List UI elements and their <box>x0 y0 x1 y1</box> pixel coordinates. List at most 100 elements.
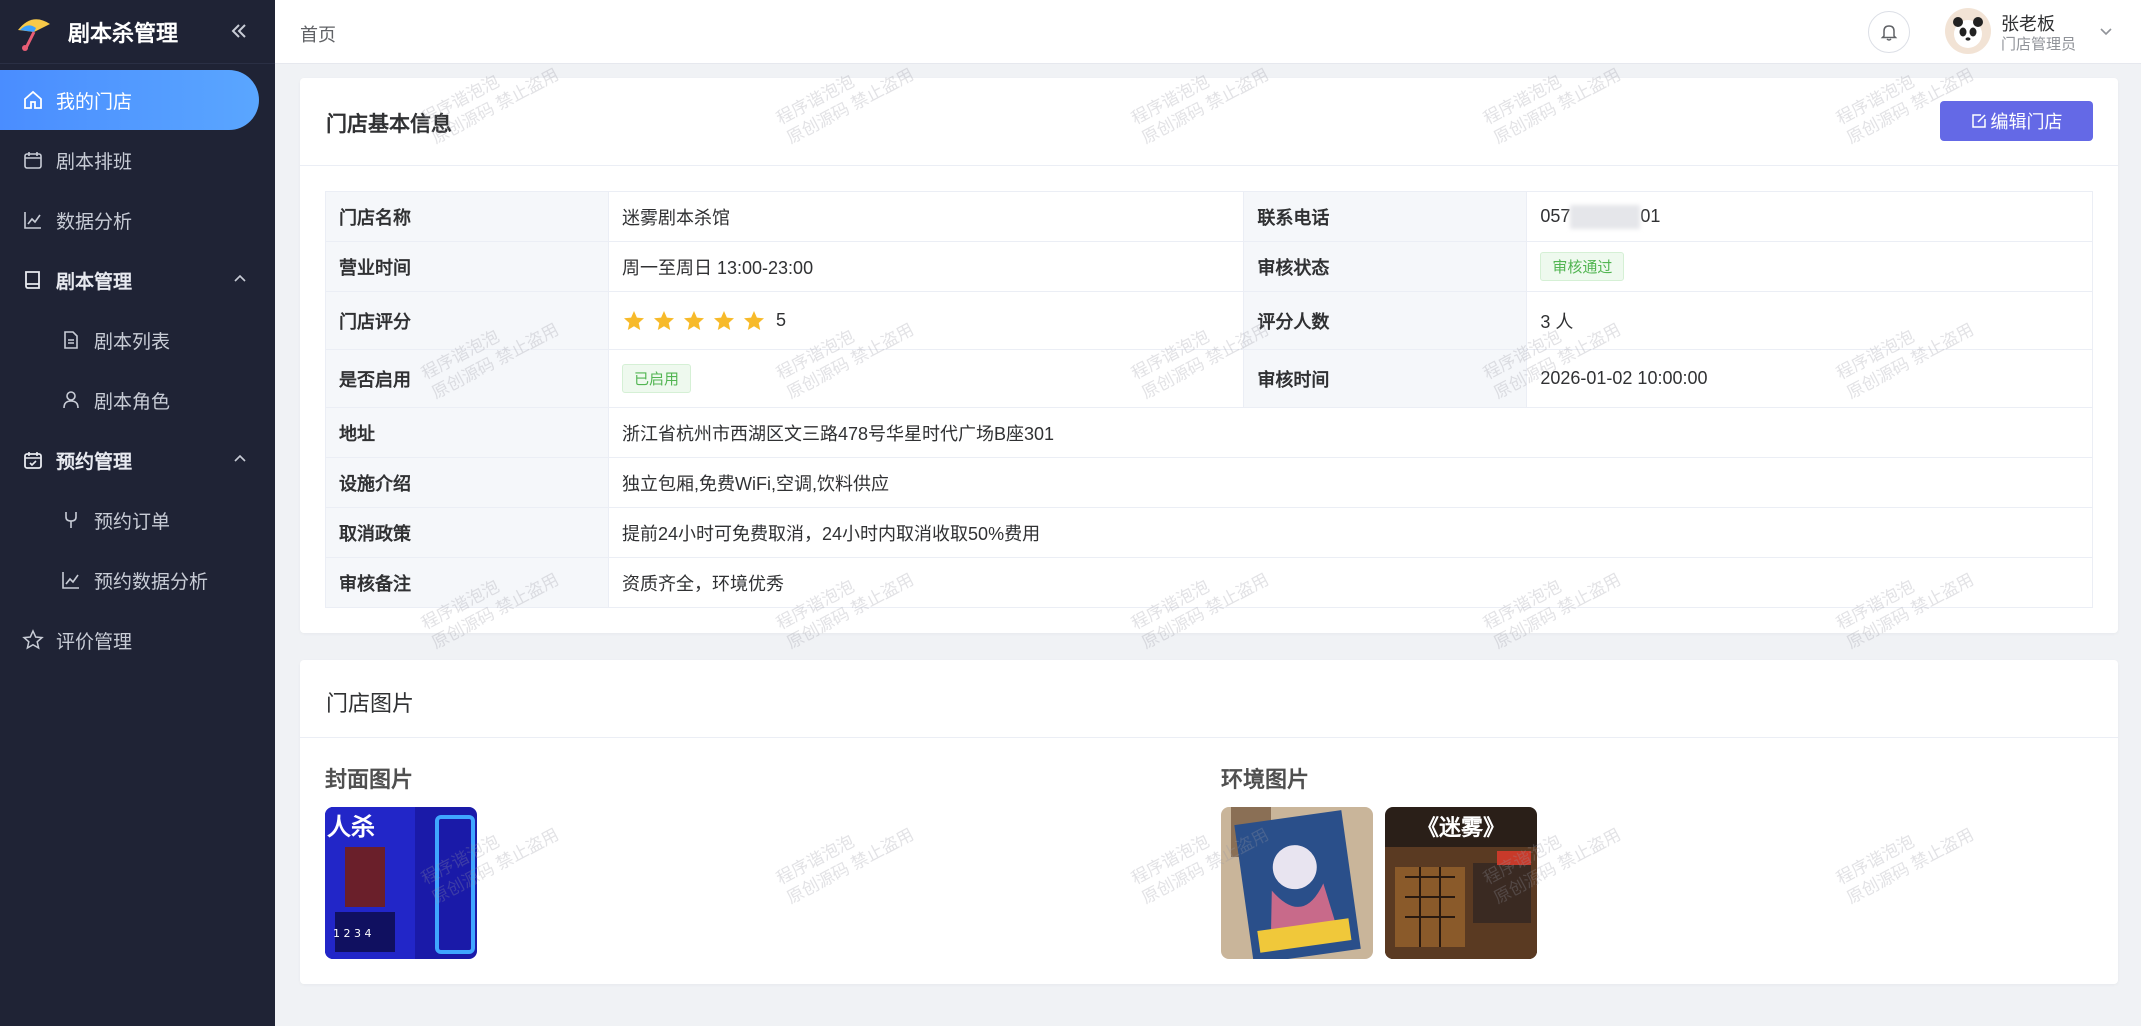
environment-image-text: 《迷雾》 <box>1417 816 1505 841</box>
bell-icon <box>1880 25 1898 41</box>
store-name-label: 门店名称 <box>325 191 609 242</box>
sidebar-item-booking-orders[interactable]: 预约订单 <box>0 490 275 550</box>
cancel-policy-label: 取消政策 <box>325 507 609 558</box>
rating-label: 门店评分 <box>325 291 609 350</box>
environment-image-1[interactable] <box>1221 807 1373 959</box>
rating-count-value: 3 人 <box>1526 291 2093 350</box>
table-row: 取消政策 提前24小时可免费取消，24小时内取消收取50%费用 <box>325 507 2093 558</box>
calendar-icon <box>22 149 44 171</box>
cancel-policy-value: 提前24小时可免费取消，24小时内取消收取50%费用 <box>608 507 2093 558</box>
audit-time-value: 2026-01-02 10:00:00 <box>1526 349 2093 408</box>
sidebar-item-my-store[interactable]: 我的门店 <box>0 70 259 130</box>
avatar[interactable] <box>1945 8 1991 54</box>
notification-button[interactable] <box>1868 11 1910 53</box>
store-info-table: 门店名称 迷雾剧本杀馆 联系电话 057 01 营业时间 周一至周日 13:00-… <box>325 191 2093 608</box>
sidebar-group-script-management[interactable]: 剧本管理 <box>0 250 275 310</box>
audit-note-value: 资质齐全，环境优秀 <box>608 557 2093 608</box>
sidebar-item-data-analysis[interactable]: 数据分析 <box>0 190 275 250</box>
audit-note-label: 审核备注 <box>325 557 609 608</box>
sidebar-item-label: 预约订单 <box>94 511 171 533</box>
enabled-cell: 已启用 <box>607 349 1245 408</box>
sidebar-item-schedule[interactable]: 剧本排班 <box>0 130 275 190</box>
sidebar-item-booking-analysis[interactable]: 预约数据分析 <box>0 550 275 610</box>
line-chart-icon <box>60 569 82 591</box>
user-icon <box>60 389 82 411</box>
status-badge: 已启用 <box>622 364 692 393</box>
phone-suffix: 01 <box>1640 205 1661 226</box>
star-icon <box>744 310 764 330</box>
user-role: 门店管理员 <box>2001 36 2077 53</box>
store-name-value: 迷雾剧本杀馆 <box>607 191 1245 242</box>
facilities-value: 独立包厢,免费WiFi,空调,饮料供应 <box>608 457 2093 508</box>
sidebar-menu: 我的门店 剧本排班 数据分析 剧本管理 剧本列表 剧本角色 预约管理 预约订单 … <box>0 70 275 670</box>
sidebar-item-label: 剧本角色 <box>94 391 171 413</box>
card-title: 门店图片 <box>326 691 415 716</box>
table-row: 是否启用 已启用 审核时间 2026-01-02 10:00:00 <box>325 349 2093 408</box>
cover-image-label: 封面图片 <box>325 767 414 792</box>
enabled-label: 是否启用 <box>325 349 609 408</box>
app-title: 剧本杀管理 <box>68 20 179 46</box>
sidebar-item-label: 我的门店 <box>56 91 133 113</box>
line-chart-icon <box>22 209 44 231</box>
table-row: 地址 浙江省杭州市西湖区文三路478号华星时代广场B座301 <box>325 407 2093 458</box>
sidebar-item-script-roles[interactable]: 剧本角色 <box>0 370 275 430</box>
audit-status-label: 审核状态 <box>1243 241 1528 292</box>
phone-value: 057 01 <box>1526 191 2093 242</box>
sidebar-item-label: 预约数据分析 <box>94 571 209 593</box>
star-icon <box>624 310 644 330</box>
sidebar-item-label: 剧本排班 <box>56 151 133 173</box>
status-badge: 审核通过 <box>1540 252 1625 281</box>
logo-icon <box>14 12 54 52</box>
phone-redaction <box>1570 204 1641 229</box>
card-title: 门店基本信息 <box>326 113 452 136</box>
sidebar: 剧本杀管理 我的门店 剧本排班 数据分析 剧本管理 剧本列表 剧本角色 预约管理… <box>0 0 275 1026</box>
rating-value: 5 <box>776 310 787 330</box>
environment-image-2[interactable]: 《迷雾》 <box>1385 807 1537 959</box>
address-label: 地址 <box>325 407 609 458</box>
edit-icon <box>1971 114 1986 128</box>
table-row: 门店评分 5 评分人数 3 人 <box>325 291 2093 350</box>
hours-label: 营业时间 <box>325 241 609 292</box>
card-header: 门店基本信息 编辑门店 <box>300 78 2118 166</box>
rating-count-label: 评分人数 <box>1243 291 1528 350</box>
cover-image-text: 人杀 <box>327 813 375 841</box>
sidebar-item-script-list[interactable]: 剧本列表 <box>0 310 275 370</box>
collapse-sidebar-icon[interactable] <box>228 20 250 42</box>
rating-cell: 5 <box>607 291 1245 350</box>
cover-image[interactable]: 人杀 1 2 3 4 <box>325 807 477 959</box>
phone-prefix: 057 <box>1540 205 1571 226</box>
book-icon <box>22 269 44 291</box>
top-header: 首页 张老板 门店管理员 <box>275 0 2141 64</box>
branch-icon <box>60 509 82 531</box>
home-icon <box>22 89 44 111</box>
edit-store-label: 编辑门店 <box>1990 112 2063 132</box>
star-icon <box>684 310 704 330</box>
store-images-card: 门店图片 封面图片 人杀 1 2 3 4 环境图片 《迷雾》 <box>300 660 2118 984</box>
audit-status-cell: 审核通过 <box>1526 241 2093 292</box>
chevron-up-icon <box>231 450 249 468</box>
star-rating: 5 <box>622 309 786 333</box>
breadcrumb[interactable]: 首页 <box>300 21 336 47</box>
card-header: 门店图片 <box>300 660 2118 738</box>
edit-store-button[interactable]: 编辑门店 <box>1940 101 2093 141</box>
table-row: 审核备注 资质齐全，环境优秀 <box>325 557 2093 608</box>
document-icon <box>60 329 82 351</box>
audit-time-label: 审核时间 <box>1243 349 1528 408</box>
chevron-down-icon[interactable] <box>2097 22 2115 40</box>
store-info-card: 门店基本信息 编辑门店 门店名称 迷雾剧本杀馆 联系电话 057 01 营业时间 … <box>300 78 2118 633</box>
svg-text:1 2 3 4: 1 2 3 4 <box>333 927 371 940</box>
sidebar-group-booking-management[interactable]: 预约管理 <box>0 430 275 490</box>
star-outline-icon <box>22 629 44 651</box>
table-row: 营业时间 周一至周日 13:00-23:00 审核状态 审核通过 <box>325 241 2093 292</box>
table-row: 门店名称 迷雾剧本杀馆 联系电话 057 01 <box>325 191 2093 242</box>
address-value: 浙江省杭州市西湖区文三路478号华星时代广场B座301 <box>608 407 2093 458</box>
sidebar-item-label: 评价管理 <box>56 631 133 653</box>
chevron-up-icon <box>231 270 249 288</box>
star-icon <box>714 310 734 330</box>
phone-label: 联系电话 <box>1243 191 1528 242</box>
hours-value: 周一至周日 13:00-23:00 <box>607 241 1245 292</box>
logo-area: 剧本杀管理 <box>0 0 275 64</box>
sidebar-item-reviews[interactable]: 评价管理 <box>0 610 275 670</box>
sidebar-item-label: 剧本列表 <box>94 331 171 353</box>
sidebar-item-label: 剧本管理 <box>56 271 133 293</box>
